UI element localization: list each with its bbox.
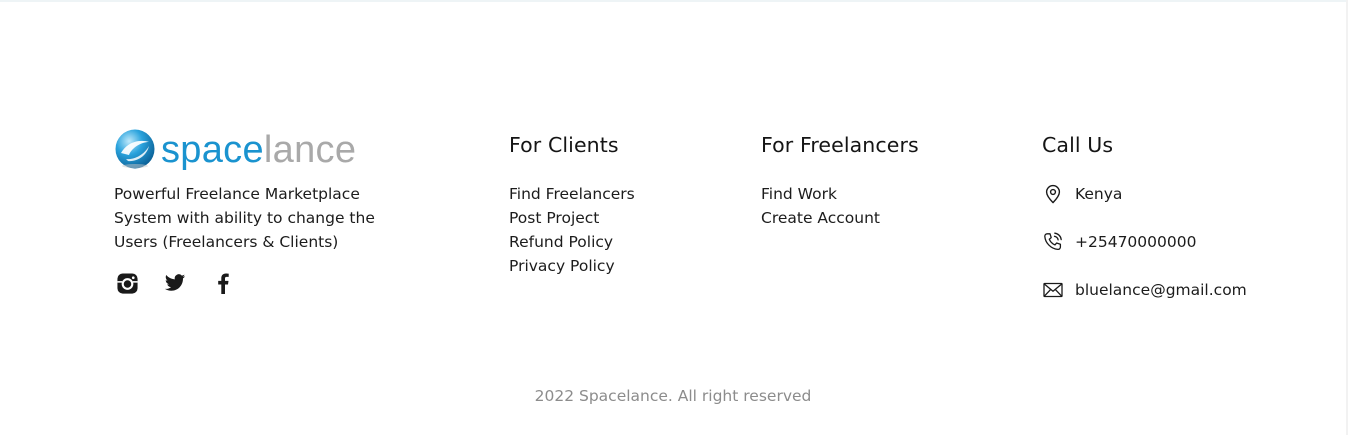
site-footer: spacelance Powerful Freelance Marketplac…	[0, 0, 1346, 435]
globe-logo-icon	[115, 129, 155, 169]
link-create-account[interactable]: Create Account	[761, 206, 919, 230]
instagram-icon	[116, 272, 138, 294]
freelancers-links: Find Work Create Account	[761, 182, 919, 230]
twitter-link[interactable]	[162, 270, 188, 296]
clients-column: For Clients Find Freelancers Post Projec…	[509, 131, 635, 278]
brand-column: spacelance Powerful Freelance Marketplac…	[114, 126, 394, 296]
logo-text-space: space	[161, 129, 264, 171]
link-privacy-policy[interactable]: Privacy Policy	[509, 254, 635, 278]
phone-icon	[1042, 232, 1063, 253]
link-refund-policy[interactable]: Refund Policy	[509, 230, 635, 254]
facebook-icon	[218, 273, 229, 294]
contact-phone-text: +25470000000	[1075, 233, 1197, 251]
contact-list: Kenya +25470000000 bluelance@gmail.com	[1042, 182, 1247, 302]
location-pin-icon	[1042, 184, 1063, 205]
link-find-freelancers[interactable]: Find Freelancers	[509, 182, 635, 206]
copyright-text: 2022 Spacelance. All right reserved	[534, 387, 812, 405]
instagram-link[interactable]	[114, 270, 140, 296]
logo-wordmark: spacelance	[161, 131, 356, 169]
link-post-project[interactable]: Post Project	[509, 206, 635, 230]
contact-column: Call Us Kenya +25470000000 bluelance@gma…	[1042, 131, 1247, 326]
contact-location-text: Kenya	[1075, 185, 1123, 203]
twitter-icon	[164, 274, 186, 291]
brand-description: Powerful Freelance Marketplace System wi…	[114, 185, 375, 251]
contact-phone[interactable]: +25470000000	[1042, 230, 1247, 254]
logo-text-lance: lance	[263, 129, 357, 171]
freelancers-column: For Freelancers Find Work Create Account	[761, 131, 919, 230]
contact-email[interactable]: bluelance@gmail.com	[1042, 278, 1247, 302]
logo[interactable]: spacelance	[114, 126, 394, 172]
clients-heading: For Clients	[509, 133, 619, 157]
link-find-work[interactable]: Find Work	[761, 182, 919, 206]
contact-heading: Call Us	[1042, 133, 1114, 157]
freelancers-heading: For Freelancers	[761, 133, 919, 157]
facebook-link[interactable]	[210, 270, 236, 296]
contact-email-text: bluelance@gmail.com	[1075, 281, 1247, 299]
social-links	[114, 270, 394, 296]
clients-links: Find Freelancers Post Project Refund Pol…	[509, 182, 635, 278]
contact-location: Kenya	[1042, 182, 1247, 206]
mail-icon	[1042, 280, 1063, 301]
